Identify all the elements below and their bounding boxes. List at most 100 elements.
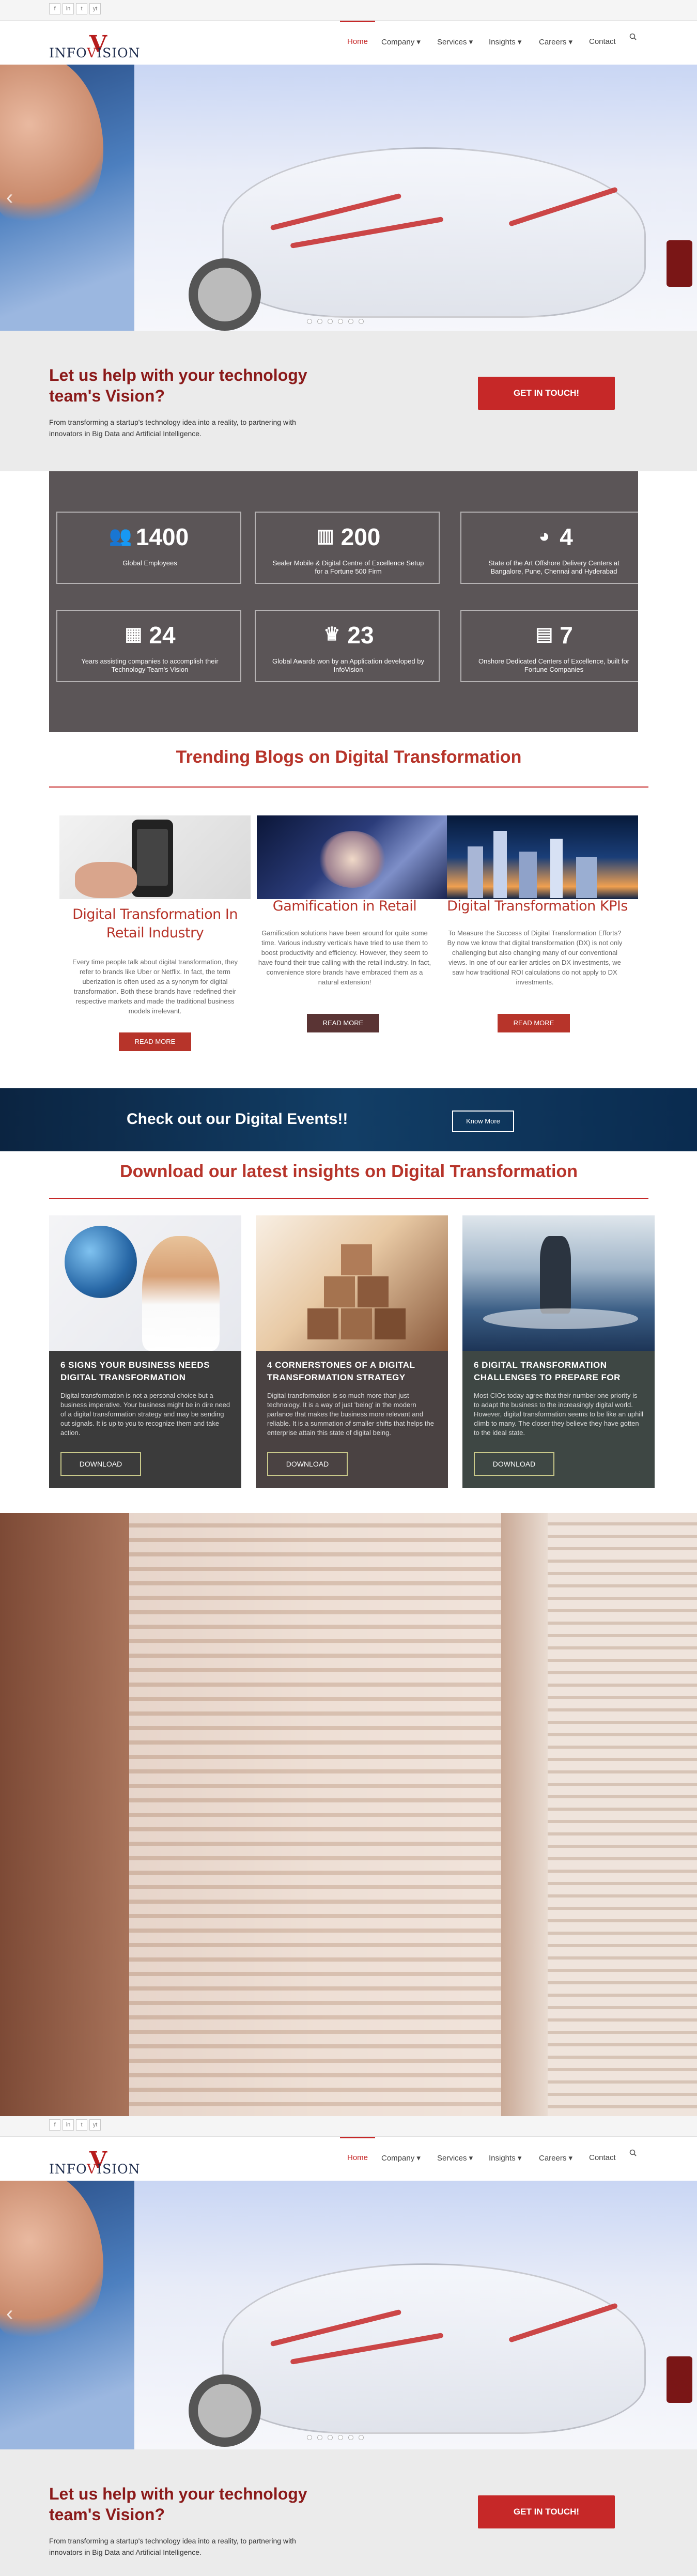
- slider-dot[interactable]: [307, 2435, 312, 2440]
- insight-title: 6 DIGITAL TRANSFORMATION CHALLENGES TO P…: [474, 1360, 621, 1382]
- nav-company[interactable]: Company ▾: [381, 2153, 421, 2163]
- stats-panel: 👥 1400 Global Employees ▥ 200 Sealer Mobil…: [49, 471, 645, 732]
- blog-title[interactable]: Gamification in Retail: [246, 897, 443, 916]
- facebook-icon[interactable]: f: [49, 3, 60, 14]
- infovision-logo[interactable]: V INFOVISION: [49, 2146, 141, 2177]
- top-social-bar: f in t yt: [0, 0, 697, 21]
- youtube-icon[interactable]: yt: [89, 2119, 101, 2131]
- stat-value: 23: [347, 622, 374, 649]
- cta-title: Let us help with your technology team's …: [49, 2485, 307, 2524]
- trophy-icon: ♛: [323, 623, 340, 644]
- nav-contact[interactable]: Contact: [589, 37, 616, 46]
- hero-red-object: [667, 2356, 692, 2403]
- nav-insights[interactable]: Insights ▾: [489, 2153, 521, 2163]
- stat-label: Global Employees: [122, 559, 177, 567]
- blogs-heading: Trending Blogs on Digital Transformation: [176, 747, 522, 767]
- blog-excerpt: To Measure the Success of Digital Transf…: [447, 929, 623, 986]
- download-button[interactable]: DOWNLOAD: [474, 1452, 554, 1476]
- download-button[interactable]: DOWNLOAD: [267, 1452, 348, 1476]
- blog-image-retail[interactable]: [59, 815, 251, 899]
- twitter-icon[interactable]: t: [76, 2119, 87, 2131]
- stat-value: 1400: [135, 523, 189, 550]
- insight-card: 6 SIGNS YOUR BUSINESS NEEDS DIGITAL TRAN…: [49, 1215, 241, 1488]
- nav-active-indicator: [340, 21, 375, 22]
- read-more-button[interactable]: READ MORE: [119, 1032, 191, 1051]
- hero-car-wheel: [189, 2374, 261, 2447]
- cta-subtitle: From transforming a startup's technology…: [49, 418, 296, 438]
- insight-image-woman-globe: [49, 1215, 241, 1351]
- stat-years: ▦ 24 Years assisting companies to accompl…: [56, 610, 241, 682]
- top-social-bar: f in t yt: [0, 2116, 697, 2137]
- blog-title[interactable]: Digital Transformation KPIs: [439, 897, 636, 916]
- nav-company[interactable]: Company ▾: [381, 37, 421, 47]
- cta-subtitle: From transforming a startup's technology…: [49, 2537, 296, 2556]
- nav-services[interactable]: Services ▾: [437, 37, 473, 47]
- slider-dot[interactable]: [348, 2435, 353, 2440]
- stat-value: 7: [560, 622, 573, 649]
- slider-dot[interactable]: [348, 319, 353, 324]
- stat-label: Global Awards won by an Application deve…: [272, 657, 424, 673]
- nav-insights[interactable]: Insights ▾: [489, 37, 521, 47]
- hero-slider[interactable]: ‹: [0, 2181, 697, 2449]
- blog-image-gamification[interactable]: [257, 815, 448, 899]
- slider-prev-arrow[interactable]: ‹: [6, 186, 13, 209]
- logo-wordmark: INFOVISION: [49, 2162, 141, 2177]
- nav-active-indicator: [340, 2137, 375, 2138]
- nav-contact[interactable]: Contact: [589, 2153, 616, 2162]
- download-button[interactable]: DOWNLOAD: [60, 1452, 141, 1476]
- blog-image-kpis[interactable]: [447, 815, 638, 899]
- insight-card: 4 CORNERSTONES OF A DIGITAL TRANSFORMATI…: [256, 1215, 448, 1488]
- insight-image-cubes: [256, 1215, 448, 1351]
- search-icon[interactable]: [629, 33, 637, 40]
- insight-title: 6 SIGNS YOUR BUSINESS NEEDS DIGITAL TRAN…: [60, 1360, 210, 1382]
- hero-car-wheel: [189, 258, 261, 331]
- read-more-button[interactable]: READ MORE: [498, 1014, 570, 1032]
- slider-dot[interactable]: [317, 319, 322, 324]
- calendar-icon: ▦: [125, 623, 143, 644]
- stat-label: Onshore Dedicated Centers of Excellence,…: [478, 657, 629, 673]
- slider-dot[interactable]: [338, 319, 343, 324]
- slider-dot[interactable]: [359, 2435, 364, 2440]
- stat-label: State of the Art Offshore Delivery Cente…: [488, 559, 619, 575]
- slider-dot[interactable]: [328, 319, 333, 324]
- read-more-button[interactable]: READ MORE: [307, 1014, 379, 1032]
- stat-label: Years assisting companies to accomplish …: [81, 657, 219, 673]
- stat-value: 4: [560, 523, 573, 550]
- facebook-icon[interactable]: f: [49, 2119, 60, 2131]
- slider-dot[interactable]: [317, 2435, 322, 2440]
- insight-card: 6 DIGITAL TRANSFORMATION CHALLENGES TO P…: [462, 1215, 655, 1488]
- twitter-icon[interactable]: t: [76, 3, 87, 14]
- infovision-logo[interactable]: V INFOVISION: [49, 30, 140, 60]
- hero-car-image: [222, 147, 646, 318]
- blog-title[interactable]: Digital Transformation In Retail Industr…: [57, 905, 253, 943]
- search-icon[interactable]: [629, 2149, 637, 2156]
- get-in-touch-button[interactable]: GET IN TOUCH!: [478, 377, 615, 410]
- know-more-button[interactable]: Know More: [452, 1110, 514, 1132]
- globe-icon: ◕: [538, 525, 550, 546]
- linkedin-icon[interactable]: in: [63, 2119, 74, 2131]
- linkedin-icon[interactable]: in: [63, 3, 74, 14]
- building-icon: ▥: [316, 525, 334, 546]
- stat-awards: ♛ 23 Global Awards won by an Application …: [255, 610, 440, 682]
- slider-dot[interactable]: [338, 2435, 343, 2440]
- nav-home[interactable]: Home: [347, 37, 368, 46]
- people-icon: 👥: [109, 525, 132, 546]
- slider-dot[interactable]: [307, 319, 312, 324]
- cta-band: Let us help with your technology team's …: [0, 2449, 697, 2576]
- slider-dot[interactable]: [359, 319, 364, 324]
- hero-car-image: [222, 2263, 646, 2434]
- nav-careers[interactable]: Careers ▾: [539, 2153, 572, 2163]
- stat-centre-of-excellence: ▥ 200 Sealer Mobile & Digital Centre of E…: [255, 512, 440, 584]
- nav-services[interactable]: Services ▾: [437, 2153, 473, 2163]
- blogs-divider: [49, 786, 648, 788]
- nav-careers[interactable]: Careers ▾: [539, 37, 572, 47]
- nav-home[interactable]: Home: [347, 2153, 368, 2162]
- stat-value: 24: [149, 622, 176, 649]
- get-in-touch-button[interactable]: GET IN TOUCH!: [478, 2495, 615, 2528]
- cta-band: Let us help with your technology team's …: [0, 331, 697, 471]
- slider-prev-arrow[interactable]: ‹: [6, 2302, 13, 2325]
- building-background-image: [0, 1513, 697, 2116]
- youtube-icon[interactable]: yt: [89, 3, 101, 14]
- slider-dot[interactable]: [328, 2435, 333, 2440]
- hero-slider[interactable]: ‹: [0, 65, 697, 333]
